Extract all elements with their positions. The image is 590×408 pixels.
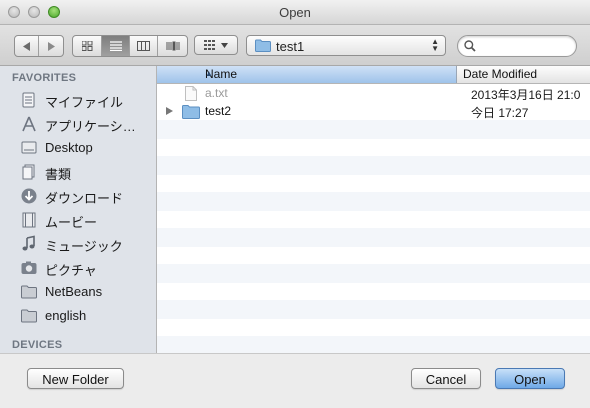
sidebar-item-label: ピクチャ	[45, 263, 97, 278]
location-label: test1	[276, 39, 305, 54]
list-view-button[interactable]	[102, 36, 130, 56]
open-button[interactable]: Open	[495, 368, 565, 389]
sidebar: FAVORITES マイファイル アプリケーシ… Desktop 書類 ダウンロ…	[0, 66, 157, 353]
icon-view-icon	[81, 41, 92, 51]
empty-row	[157, 192, 590, 211]
sidebar-item-applications[interactable]: アプリケーシ…	[0, 112, 156, 136]
empty-row	[157, 282, 590, 301]
sidebar-item-label: 書類	[45, 167, 72, 182]
search-icon	[464, 40, 476, 52]
empty-row	[157, 174, 590, 193]
icon-view-button[interactable]	[73, 36, 102, 56]
file-name: a.txt	[205, 86, 228, 100]
location-popup[interactable]: test1 ▲ ▼	[246, 35, 446, 56]
empty-row	[157, 138, 590, 157]
open-dialog: Open test1 ▲ ▼ FAVORITES マイファイル アプリケーシ… …	[0, 0, 590, 408]
sidebar-heading-favorites: FAVORITES	[12, 72, 77, 84]
sidebar-item-all-my-files[interactable]: マイファイル	[0, 88, 156, 112]
desktop-icon	[21, 141, 37, 154]
empty-row	[157, 246, 590, 265]
column-header-name[interactable]: Name ▲	[157, 66, 457, 83]
empty-row	[157, 300, 590, 319]
folder-icon	[255, 39, 271, 52]
empty-row	[157, 210, 590, 229]
file-row-test2[interactable]: test2 今日 17:27	[157, 102, 590, 121]
title-bar: Open	[0, 0, 590, 25]
applications-icon	[22, 116, 36, 132]
all-my-files-icon	[22, 92, 35, 108]
file-date-modified: 2013年3月16日 21:0	[471, 88, 581, 102]
sidebar-item-desktop[interactable]: Desktop	[0, 136, 156, 160]
view-mode-segment	[72, 35, 188, 57]
updown-arrows-icon: ▲ ▼	[431, 37, 439, 53]
forward-arrow-icon	[48, 41, 55, 51]
sidebar-item-music[interactable]: ミュージック	[0, 232, 156, 256]
empty-row	[157, 264, 590, 283]
cancel-button[interactable]: Cancel	[411, 368, 481, 389]
sidebar-item-movies[interactable]: ムービー	[0, 208, 156, 232]
forward-button[interactable]	[39, 36, 63, 56]
nav-segment	[14, 35, 64, 57]
sidebar-item-documents[interactable]: 書類	[0, 160, 156, 184]
search-input[interactable]	[480, 38, 574, 56]
folder-icon	[182, 105, 200, 119]
empty-row	[157, 336, 590, 353]
back-button[interactable]	[15, 36, 39, 56]
pictures-icon	[21, 261, 37, 274]
sidebar-item-label: アプリケーシ…	[45, 119, 136, 134]
chevron-down-icon	[221, 42, 228, 48]
new-folder-button[interactable]: New Folder	[27, 368, 124, 389]
sidebar-item-label: ダウンロード	[45, 191, 124, 206]
grid-menu-icon	[204, 40, 215, 50]
text-file-icon	[185, 86, 197, 101]
movies-icon	[22, 212, 36, 228]
sidebar-item-english[interactable]: english	[0, 304, 156, 328]
sidebar-item-label: Desktop	[45, 140, 93, 155]
sidebar-item-pictures[interactable]: ピクチャ	[0, 256, 156, 280]
sidebar-item-label: ミュージック	[45, 239, 123, 254]
sidebar-heading-devices: DEVICES	[12, 339, 63, 351]
empty-row	[157, 228, 590, 247]
empty-row	[157, 156, 590, 175]
folder-icon	[21, 309, 37, 323]
coverflow-view-button[interactable]	[158, 36, 187, 56]
arrange-by-menu[interactable]	[194, 35, 238, 55]
list-view-icon	[109, 41, 122, 51]
music-icon	[22, 235, 35, 251]
bottom-bar: New Folder Cancel Open	[0, 353, 590, 408]
coverflow-view-icon	[166, 41, 179, 51]
file-list-header: Name ▲ Date Modified	[157, 66, 590, 84]
search-field[interactable]	[457, 35, 577, 57]
file-date-modified: 今日 17:27	[471, 106, 529, 120]
sidebar-item-netbeans[interactable]: NetBeans	[0, 280, 156, 304]
sidebar-item-label: english	[45, 308, 87, 323]
file-row-a-txt: a.txt 2013年3月16日 21:0	[157, 84, 590, 103]
sidebar-item-label: NetBeans	[45, 284, 103, 299]
column-header-date-modified[interactable]: Date Modified	[463, 67, 537, 81]
column-view-button[interactable]	[130, 36, 158, 56]
empty-row	[157, 120, 590, 139]
file-list: Name ▲ Date Modified a.txt 2013年3月16日 21…	[157, 66, 590, 353]
back-arrow-icon	[22, 41, 30, 51]
column-view-icon	[137, 41, 150, 51]
sidebar-item-label: マイファイル	[45, 95, 124, 110]
empty-row	[157, 318, 590, 337]
sort-ascending-icon: ▲	[205, 69, 213, 78]
toolbar: test1 ▲ ▼	[0, 25, 590, 66]
disclosure-triangle-icon[interactable]	[166, 107, 173, 115]
folder-icon	[21, 285, 37, 299]
sidebar-item-label: ムービー	[45, 215, 98, 230]
file-name: test2	[205, 104, 232, 118]
documents-icon	[22, 164, 35, 180]
window-title: Open	[279, 5, 311, 20]
downloads-icon	[21, 188, 37, 204]
sidebar-item-downloads[interactable]: ダウンロード	[0, 184, 156, 208]
